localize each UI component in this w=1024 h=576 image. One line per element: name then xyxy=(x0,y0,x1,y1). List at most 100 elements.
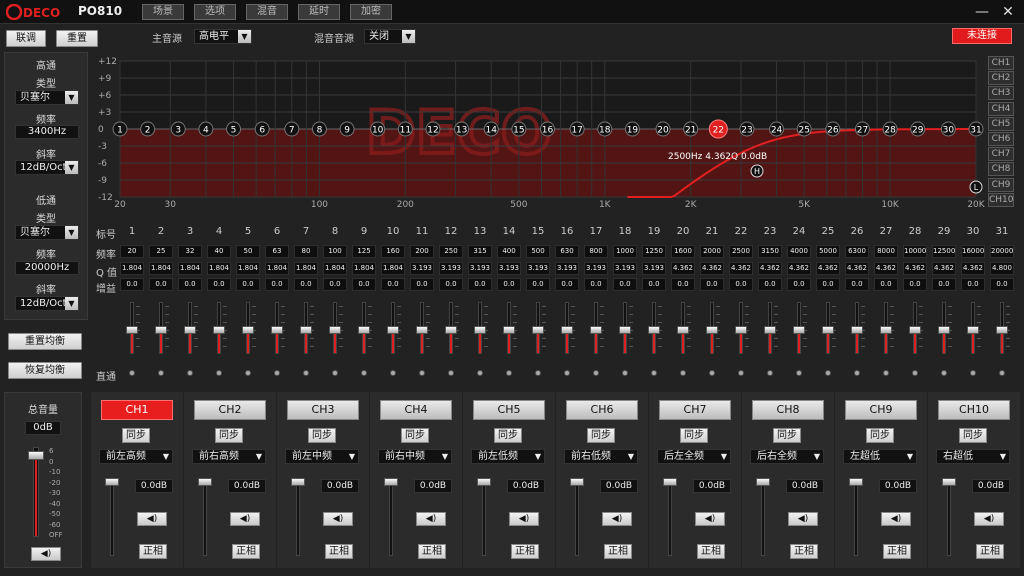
band-freq-cell[interactable]: 630 xyxy=(555,245,579,258)
channel-phase-button[interactable]: 正相 xyxy=(604,544,632,559)
band-freq-cell[interactable]: 800 xyxy=(584,245,608,258)
band-q-cell[interactable]: 4.362 xyxy=(671,262,695,275)
band-gain-slider[interactable] xyxy=(238,302,258,354)
channel-select-button[interactable]: CH2 xyxy=(194,400,266,420)
channel-select-button[interactable]: CH8 xyxy=(752,400,824,420)
channel-mute-button[interactable]: ◀) xyxy=(137,512,167,526)
graph-channel-ch3[interactable]: CH3 xyxy=(988,86,1014,101)
lowpass-slope-select[interactable]: 12dB/Oct ▼ xyxy=(15,296,79,311)
band-q-cell[interactable]: 1.804 xyxy=(178,262,202,275)
band-q-cell[interactable]: 4.800 xyxy=(990,262,1014,275)
band-freq-cell[interactable]: 6300 xyxy=(845,245,869,258)
band-bypass-toggle[interactable] xyxy=(970,370,976,376)
slider-knob[interactable] xyxy=(387,326,399,334)
master-volume-knob[interactable] xyxy=(28,451,44,460)
channel-position-select[interactable]: 右超低 ▼ xyxy=(936,449,1010,464)
channel-volume-rail[interactable] xyxy=(482,480,486,556)
channel-volume-rail[interactable] xyxy=(296,480,300,556)
band-freq-cell[interactable]: 1600 xyxy=(671,245,695,258)
eq-graph[interactable]: DECO+12+9+6+30-3-6-9-1220301002005001K2K… xyxy=(96,55,1016,207)
reset-button[interactable]: 重置 xyxy=(56,30,98,47)
band-gain-slider[interactable] xyxy=(963,302,983,354)
band-bypass-toggle[interactable] xyxy=(419,370,425,376)
band-gain-slider[interactable] xyxy=(412,302,432,354)
band-bypass-toggle[interactable] xyxy=(477,370,483,376)
band-bypass-toggle[interactable] xyxy=(274,370,280,376)
channel-volume-knob[interactable] xyxy=(663,478,677,486)
band-gain-cell[interactable]: 0.0 xyxy=(642,278,666,291)
band-q-cell[interactable]: 3.193 xyxy=(642,262,666,275)
band-q-cell[interactable]: 1.804 xyxy=(381,262,405,275)
band-gain-cell[interactable]: 0.0 xyxy=(149,278,173,291)
band-gain-slider[interactable] xyxy=(296,302,316,354)
band-freq-cell[interactable]: 63 xyxy=(265,245,289,258)
channel-sync-button[interactable]: 同步 xyxy=(494,428,522,443)
band-gain-cell[interactable]: 0.0 xyxy=(584,278,608,291)
channel-volume-rail[interactable] xyxy=(761,480,765,556)
band-gain-cell[interactable]: 0.0 xyxy=(439,278,463,291)
highpass-freq-input[interactable]: 3400Hz xyxy=(15,125,79,139)
band-q-cell[interactable]: 1.804 xyxy=(352,262,376,275)
band-q-cell[interactable]: 1.804 xyxy=(207,262,231,275)
band-gain-slider[interactable] xyxy=(267,302,287,354)
master-mute-button[interactable]: ◀) xyxy=(31,547,61,561)
slider-knob[interactable] xyxy=(793,326,805,334)
slider-knob[interactable] xyxy=(590,326,602,334)
band-bypass-toggle[interactable] xyxy=(129,370,135,376)
band-bypass-toggle[interactable] xyxy=(216,370,222,376)
connection-status-button[interactable]: 未连接 xyxy=(952,28,1012,44)
band-freq-cell[interactable]: 20000 xyxy=(990,245,1014,258)
band-freq-cell[interactable]: 5000 xyxy=(816,245,840,258)
channel-volume-knob[interactable] xyxy=(477,478,491,486)
lowpass-type-select[interactable]: 贝塞尔 ▼ xyxy=(15,225,79,240)
band-bypass-toggle[interactable] xyxy=(158,370,164,376)
band-bypass-toggle[interactable] xyxy=(448,370,454,376)
channel-mute-button[interactable]: ◀) xyxy=(602,512,632,526)
main-source-select[interactable]: 高电平 ▼ xyxy=(194,29,252,44)
slider-knob[interactable] xyxy=(126,326,138,334)
band-freq-cell[interactable]: 1250 xyxy=(642,245,666,258)
minimize-button[interactable]: — xyxy=(972,2,992,22)
band-gain-slider[interactable] xyxy=(760,302,780,354)
slider-knob[interactable] xyxy=(474,326,486,334)
channel-position-select[interactable]: 前左低频 ▼ xyxy=(471,449,545,464)
band-gain-slider[interactable] xyxy=(354,302,374,354)
band-freq-cell[interactable]: 25 xyxy=(149,245,173,258)
band-q-cell[interactable]: 4.362 xyxy=(903,262,927,275)
band-bypass-toggle[interactable] xyxy=(361,370,367,376)
band-freq-cell[interactable]: 8000 xyxy=(874,245,898,258)
channel-volume-knob[interactable] xyxy=(291,478,305,486)
band-gain-cell[interactable]: 0.0 xyxy=(845,278,869,291)
band-gain-cell[interactable]: 0.0 xyxy=(410,278,434,291)
graph-channel-ch7[interactable]: CH7 xyxy=(988,147,1014,162)
slider-knob[interactable] xyxy=(648,326,660,334)
channel-select-button[interactable]: CH10 xyxy=(938,400,1010,420)
band-gain-cell[interactable]: 0.0 xyxy=(874,278,898,291)
band-q-cell[interactable]: 4.362 xyxy=(845,262,869,275)
band-gain-cell[interactable]: 0.0 xyxy=(787,278,811,291)
slider-knob[interactable] xyxy=(213,326,225,334)
band-bypass-toggle[interactable] xyxy=(854,370,860,376)
restore-eq-button[interactable]: 恢复均衡 xyxy=(8,362,82,379)
channel-volume-knob[interactable] xyxy=(942,478,956,486)
band-q-cell[interactable]: 3.193 xyxy=(439,262,463,275)
lowpass-freq-input[interactable]: 20000Hz xyxy=(15,261,79,275)
graph-channel-ch1[interactable]: CH1 xyxy=(988,56,1014,70)
channel-phase-button[interactable]: 正相 xyxy=(139,544,167,559)
channel-position-select[interactable]: 前左高频 ▼ xyxy=(99,449,173,464)
band-q-cell[interactable]: 4.362 xyxy=(758,262,782,275)
channel-position-select[interactable]: 前右中频 ▼ xyxy=(378,449,452,464)
band-gain-cell[interactable]: 0.0 xyxy=(265,278,289,291)
band-q-cell[interactable]: 4.362 xyxy=(700,262,724,275)
band-gain-cell[interactable]: 0.0 xyxy=(700,278,724,291)
channel-sync-button[interactable]: 同步 xyxy=(401,428,429,443)
slider-knob[interactable] xyxy=(938,326,950,334)
band-freq-cell[interactable]: 12500 xyxy=(932,245,956,258)
band-bypass-toggle[interactable] xyxy=(651,370,657,376)
band-freq-cell[interactable]: 125 xyxy=(352,245,376,258)
band-bypass-toggle[interactable] xyxy=(883,370,889,376)
channel-volume-rail[interactable] xyxy=(203,480,207,556)
slider-knob[interactable] xyxy=(909,326,921,334)
slider-knob[interactable] xyxy=(967,326,979,334)
band-q-cell[interactable]: 1.804 xyxy=(265,262,289,275)
